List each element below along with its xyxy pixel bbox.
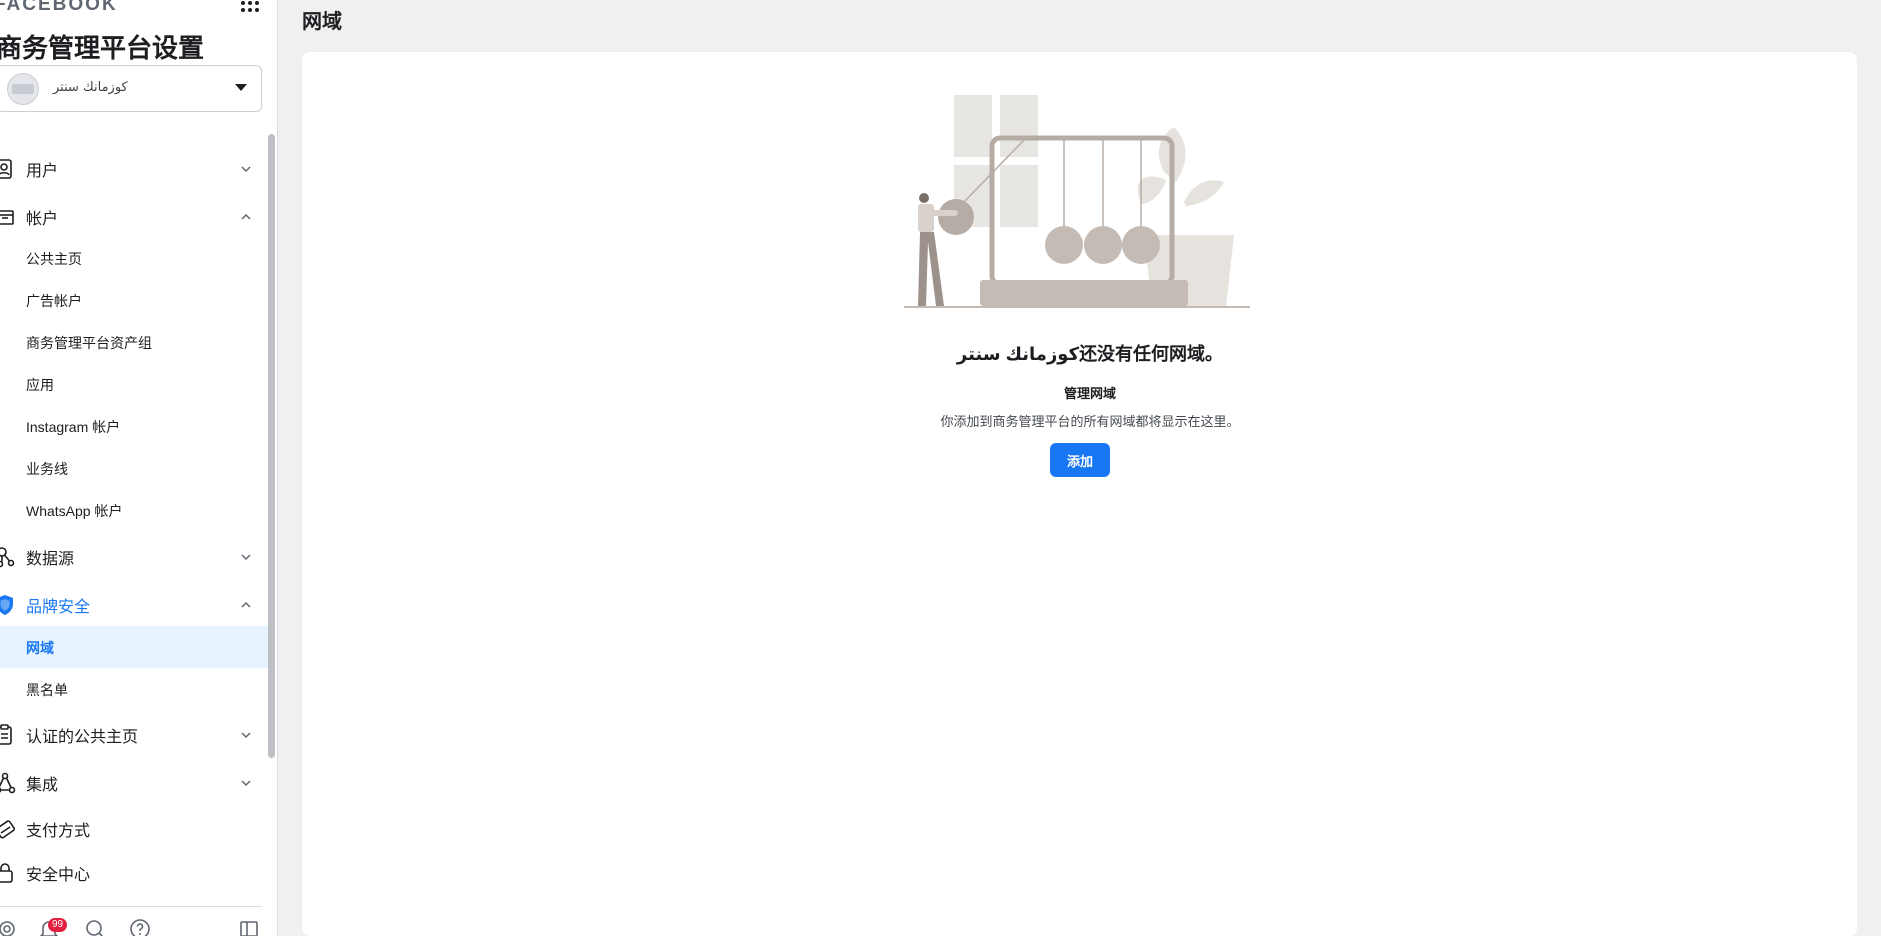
panel-toggle-icon[interactable] (238, 918, 260, 936)
nav-accounts[interactable]: 帐户 (0, 197, 270, 237)
divider (0, 906, 262, 907)
sub-label: 广告帐户 (26, 293, 82, 309)
sidebar-item-asset-groups[interactable]: 商务管理平台资产组 (0, 321, 270, 363)
notification-badge: 99 (48, 918, 68, 932)
empty-state-subtitle: 管理网域 (1063, 386, 1116, 401)
help-icon[interactable] (129, 918, 151, 936)
nav-label-integrations: 集成 (26, 777, 59, 794)
users-icon (0, 159, 12, 179)
chevron-up-icon (241, 601, 251, 608)
nav-brand-safety[interactable]: 品牌安全 (0, 585, 270, 625)
main-header: 网域 (302, 11, 342, 33)
nav-label-users: 用户 (26, 163, 59, 180)
nav-verified-pages[interactable]: 认证的公共主页 (0, 715, 270, 755)
avatar (7, 73, 39, 105)
sidebar-item-ad-accounts[interactable]: 广告帐户 (0, 279, 270, 321)
sidebar-scrollbar[interactable] (268, 134, 275, 758)
nav-label-verified-pages: 认证的公共主页 (26, 729, 139, 746)
nav-data-sources[interactable]: 数据源 (0, 537, 270, 577)
chevron-down-icon (241, 732, 251, 739)
sidebar-item-business-lines[interactable]: 业务线 (0, 447, 270, 489)
sidebar: FACEBOOK 商务管理平台设置 كوزمانك سنتر 用户 帐户 公共主… (0, 0, 278, 936)
brand-logo: FACEBOOK (0, 0, 118, 15)
nav-label-data-sources: 数据源 (26, 551, 75, 568)
nav-label-security-center: 安全中心 (26, 867, 91, 884)
lock-icon (0, 863, 13, 883)
sidebar-item-instagram[interactable]: Instagram 帐户 (0, 405, 270, 447)
nav-label-brand-safety: 品牌安全 (26, 599, 91, 616)
search-icon[interactable] (84, 918, 106, 936)
nav-users[interactable]: 用户 (0, 149, 270, 189)
apps-grid-icon[interactable] (240, 0, 260, 18)
sub-label: 黑名单 (26, 682, 68, 698)
nav-integrations[interactable]: 集成 (0, 763, 270, 803)
page-title: 商务管理平台设置 (0, 33, 205, 63)
empty-state-illustration (904, 95, 1250, 308)
sub-label: 网域 (26, 640, 54, 656)
nav-payment-methods[interactable]: 支付方式 (0, 809, 270, 849)
integrations-icon (0, 772, 16, 794)
chevron-up-icon (241, 213, 251, 220)
account-name: كوزمانك سنتر (53, 80, 128, 95)
gear-icon[interactable] (0, 918, 18, 936)
sub-label: Instagram 帐户 (26, 419, 121, 435)
shield-icon (0, 595, 13, 615)
chevron-down-icon (241, 554, 251, 561)
payment-card-icon (0, 820, 16, 839)
nav-security-center[interactable]: 安全中心 (0, 853, 270, 893)
briefcase-icon (0, 210, 14, 225)
sub-label: 公共主页 (26, 251, 82, 267)
sub-label: WhatsApp 帐户 (26, 503, 123, 519)
sub-label: 业务线 (26, 461, 68, 477)
sidebar-item-domains[interactable]: 网域 (0, 626, 270, 668)
nav-label-accounts: 帐户 (26, 211, 59, 228)
chevron-down-icon (241, 166, 251, 173)
sidebar-item-pages[interactable]: 公共主页 (0, 237, 270, 279)
chevron-down-icon (241, 780, 251, 787)
data-sources-icon (0, 547, 15, 568)
add-domain-button[interactable]: 添加 (1050, 443, 1110, 477)
sub-label: 应用 (26, 377, 54, 393)
empty-state-description: 你添加到商务管理平台的所有网域都将显示在这里。 (940, 414, 1240, 429)
sidebar-item-whatsapp[interactable]: WhatsApp 帐户 (0, 489, 270, 531)
empty-state-title: كوزمانك سنتر还没有任何网域。 (956, 344, 1224, 364)
sidebar-item-apps[interactable]: 应用 (0, 363, 270, 405)
clipboard-icon (0, 724, 12, 745)
caret-down-icon (235, 84, 247, 91)
nav-label-payment-methods: 支付方式 (26, 823, 91, 840)
sidebar-item-blocklists[interactable]: 黑名单 (0, 668, 270, 710)
sub-label: 商务管理平台资产组 (26, 335, 152, 351)
account-selector[interactable]: كوزمانك سنتر (0, 65, 262, 112)
